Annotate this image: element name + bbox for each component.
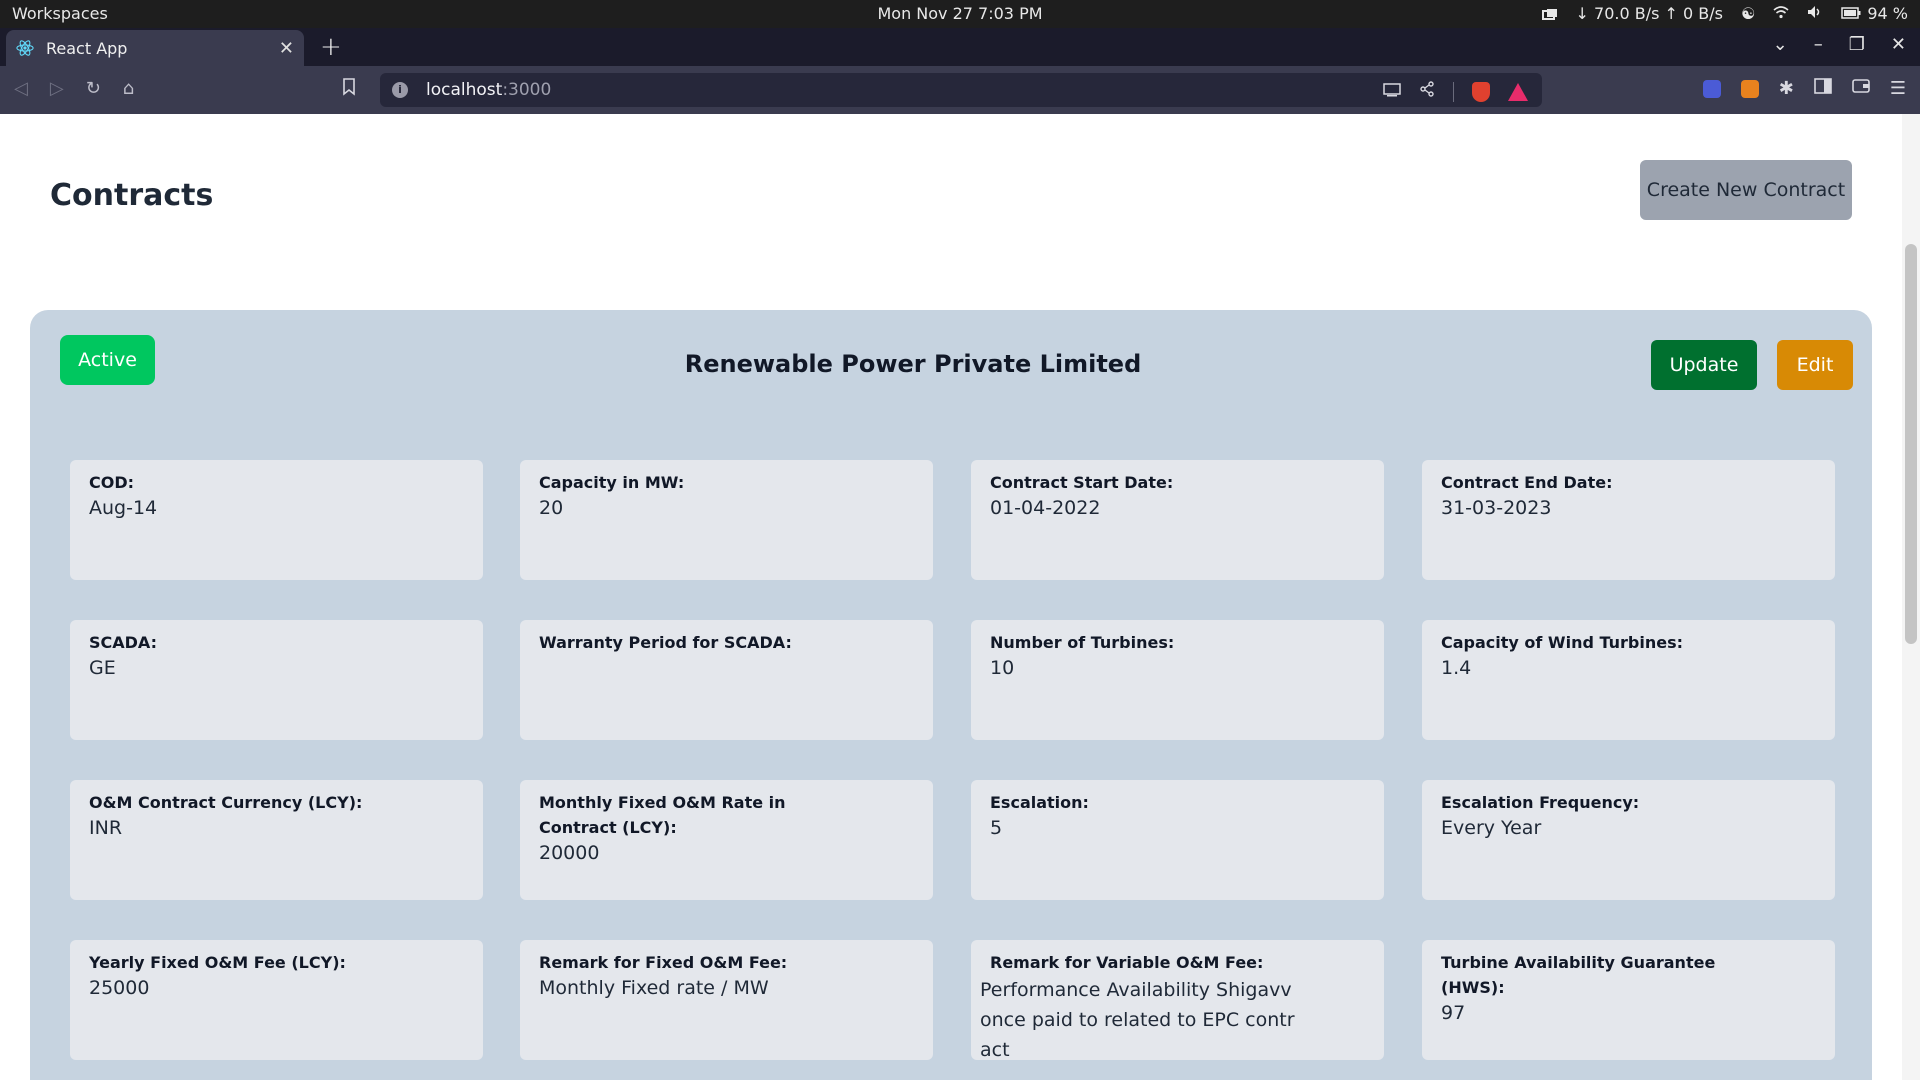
field-value: 20 [539, 497, 564, 519]
sidebar-icon[interactable] [1814, 78, 1832, 99]
field-label: Escalation: [990, 793, 1089, 812]
contract-card: Active Renewable Power Private Limited U… [30, 310, 1872, 1080]
divider [1453, 81, 1454, 102]
field-value: GE [89, 657, 116, 679]
wallet-icon[interactable] [1852, 78, 1870, 99]
extension-bitwarden-icon[interactable] [1702, 79, 1721, 98]
field-value: 25000 [89, 977, 150, 999]
field-label: Escalation Frequency: [1441, 793, 1640, 812]
field-cod: COD: Aug-14 [70, 460, 483, 580]
field-label: Monthly Fixed O&M Rate in Contract (LCY)… [539, 793, 786, 837]
screen-icon[interactable] [1541, 7, 1558, 21]
page-title: Contracts [50, 178, 214, 213]
field-label: Turbine Availability Guarantee (HWS): [1441, 953, 1716, 997]
cast-icon[interactable] [1383, 82, 1401, 102]
tab-list-chevron-icon[interactable]: ⌄ [1773, 34, 1788, 55]
scrollbar-thumb[interactable] [1905, 244, 1917, 644]
battery-icon[interactable] [1841, 4, 1861, 23]
bookmark-icon[interactable] [342, 78, 356, 101]
forward-icon[interactable]: ▷ [50, 78, 64, 99]
field-turbine-availability-guarantee: Turbine Availability Guarantee (HWS): 97 [1422, 940, 1835, 1060]
field-label: Number of Turbines: [990, 633, 1175, 652]
tab-title: React App [46, 38, 128, 58]
field-value: 10 [990, 657, 1015, 679]
field-label: Capacity of Wind Turbines: [1441, 633, 1684, 652]
field-warranty-scada: Warranty Period for SCADA: [520, 620, 933, 740]
share-icon[interactable] [1419, 81, 1435, 102]
field-value: Monthly Fixed rate / MW [539, 977, 769, 999]
reload-icon[interactable]: ↻ [86, 78, 101, 99]
field-value: Every Year [1441, 817, 1542, 839]
field-value: 31-03-2023 [1441, 497, 1552, 519]
field-label: Remark for Variable O&M Fee: [990, 953, 1264, 972]
field-value: 1.4 [1441, 657, 1472, 679]
browser-tab[interactable]: React App ✕ [6, 30, 304, 66]
react-icon [16, 40, 34, 56]
site-info-icon[interactable]: i [392, 82, 408, 98]
field-label: Remark for Fixed O&M Fee: [539, 953, 788, 972]
field-remark-fixed-fee: Remark for Fixed O&M Fee: Monthly Fixed … [520, 940, 933, 1060]
extensions-puzzle-icon[interactable]: ✱ [1779, 78, 1794, 99]
update-button[interactable]: Update [1651, 340, 1757, 390]
close-window-icon[interactable]: ✕ [1891, 34, 1906, 55]
field-value: Performance Availability Shigavv once pa… [980, 979, 1295, 1061]
battery-percent: 94 % [1867, 4, 1908, 23]
home-icon[interactable]: ⌂ [123, 78, 134, 99]
field-contract-currency: O&M Contract Currency (LCY): INR [70, 780, 483, 900]
clock[interactable]: Mon Nov 27 7:03 PM [877, 4, 1042, 23]
edit-button[interactable]: Edit [1777, 340, 1853, 390]
field-escalation: Escalation: 5 [971, 780, 1384, 900]
extension-metamask-icon[interactable] [1740, 79, 1759, 98]
field-capacity-wind-turbines: Capacity of Wind Turbines: 1.4 [1422, 620, 1835, 740]
field-value: 20000 [539, 842, 600, 864]
field-label: Yearly Fixed O&M Fee (LCY): [89, 953, 346, 972]
url-port: :3000 [502, 80, 552, 100]
field-escalation-frequency: Escalation Frequency: Every Year [1422, 780, 1835, 900]
field-scada: SCADA: GE [70, 620, 483, 740]
address-bar[interactable]: i localhost :3000 [380, 73, 1542, 107]
field-label: COD: [89, 473, 135, 492]
back-icon[interactable]: ◁ [14, 78, 28, 99]
accessibility-icon[interactable]: ☯ [1741, 4, 1755, 23]
field-remark-variable-fee: Remark for Variable O&M Fee: Performance… [971, 940, 1384, 1061]
restore-icon[interactable]: ❐ [1849, 34, 1865, 55]
close-tab-icon[interactable]: ✕ [279, 38, 294, 59]
page-content: Contracts Create New Contract Active Ren… [0, 114, 1920, 1080]
field-value: Aug-14 [89, 497, 158, 519]
field-label: Contract Start Date: [990, 473, 1174, 492]
browser-toolbar: ◁ ▷ ↻ ⌂ i localhost :3000 ✱ ☰ [0, 66, 1920, 114]
field-value: 01-04-2022 [990, 497, 1101, 519]
tab-strip: React App ✕ + ⌄ – ❐ ✕ [0, 28, 1920, 66]
field-contract-start-date: Contract Start Date: 01-04-2022 [971, 460, 1384, 580]
workspaces-label[interactable]: Workspaces [12, 4, 108, 23]
field-contract-end-date: Contract End Date: 31-03-2023 [1422, 460, 1835, 580]
field-monthly-fixed-rate: Monthly Fixed O&M Rate in Contract (LCY)… [520, 780, 933, 900]
field-number-of-turbines: Number of Turbines: 10 [971, 620, 1384, 740]
wifi-icon[interactable] [1773, 4, 1789, 23]
field-label: Capacity in MW: [539, 473, 685, 492]
network-speed: ↓ 70.0 B/s ↑ 0 B/s [1575, 4, 1723, 23]
volume-icon[interactable] [1807, 4, 1823, 23]
field-label: SCADA: [89, 633, 158, 652]
os-top-bar: Workspaces Mon Nov 27 7:03 PM ↓ 70.0 B/s… [0, 0, 1920, 28]
page-scrollbar[interactable] [1902, 114, 1920, 1080]
field-label: Contract End Date: [1441, 473, 1613, 492]
field-yearly-fixed-fee: Yearly Fixed O&M Fee (LCY): 25000 [70, 940, 483, 1060]
field-label: O&M Contract Currency (LCY): [89, 793, 363, 812]
url-host: localhost [426, 80, 503, 100]
create-new-contract-button[interactable]: Create New Contract [1640, 160, 1852, 220]
field-value: INR [89, 817, 123, 839]
field-value: 97 [1441, 1002, 1466, 1024]
field-capacity-mw: Capacity in MW: 20 [520, 460, 933, 580]
menu-icon[interactable]: ☰ [1890, 78, 1906, 99]
brave-rewards-icon[interactable] [1508, 82, 1528, 101]
minimize-icon[interactable]: – [1814, 34, 1823, 55]
company-name: Renewable Power Private Limited [684, 350, 1142, 378]
new-tab-icon[interactable]: + [320, 32, 342, 62]
brave-shields-icon[interactable] [1472, 81, 1490, 102]
field-value: 5 [990, 817, 1003, 839]
field-label: Warranty Period for SCADA: [539, 633, 792, 652]
